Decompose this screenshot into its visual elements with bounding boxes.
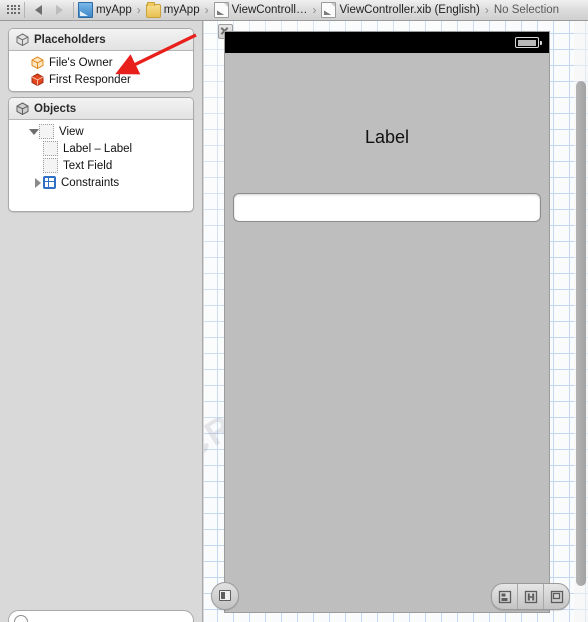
vertical-scrollbar[interactable]	[574, 21, 588, 622]
tree-item-text-field[interactable]: Text Field	[9, 157, 193, 174]
battery-icon	[515, 37, 542, 48]
resolve-icon	[550, 590, 563, 603]
breadcrumb-separator: ›	[136, 3, 141, 17]
document-icon	[321, 2, 337, 18]
canvas-text-field[interactable]	[233, 193, 541, 222]
canvas-label[interactable]: Label	[225, 127, 549, 148]
breadcrumb-label: No Selection	[493, 4, 560, 16]
red-cube-icon	[31, 73, 44, 86]
breadcrumb-item-selection[interactable]: No Selection	[493, 0, 560, 21]
placeholder-label: File's Owner	[49, 56, 113, 69]
breadcrumb-item-xib[interactable]: ViewController.xib (English)	[320, 0, 480, 21]
breadcrumb-label: ViewController.xib (English)	[339, 4, 480, 16]
chevron-down-icon[interactable]	[28, 123, 39, 140]
outline-sidebar: Placeholders File's Owner First Responde…	[0, 21, 203, 622]
placeholders-panel-header[interactable]: Placeholders	[9, 29, 193, 51]
xcode-project-icon	[78, 2, 93, 18]
view-placeholder-icon	[43, 158, 58, 173]
view-placeholder-icon	[39, 124, 54, 139]
objects-tree: View Label – Label Text Field Constraint…	[9, 120, 193, 191]
scrollbar-thumb[interactable]	[576, 81, 586, 586]
breadcrumb-separator: ›	[484, 3, 489, 17]
placeholder-label: First Responder	[49, 73, 131, 86]
chevron-right-icon[interactable]	[32, 174, 43, 191]
breadcrumb-item-viewcontroller[interactable]: ViewControll…	[213, 0, 309, 21]
toolbar-divider	[24, 2, 25, 18]
document-icon	[213, 2, 229, 18]
objects-panel: Objects View Label – Label Text Field Co…	[8, 97, 194, 212]
resolve-issues-button[interactable]	[544, 584, 569, 609]
breadcrumb-item-project[interactable]: myApp	[77, 0, 133, 21]
panel-title: Placeholders	[34, 33, 106, 46]
breadcrumb-separator: ›	[204, 3, 209, 17]
breadcrumb-label: myApp	[163, 4, 200, 16]
breadcrumb-label: ViewControll…	[231, 4, 308, 16]
forward-arrow-icon[interactable]	[56, 5, 63, 15]
ios-device-view[interactable]: Label	[225, 32, 549, 612]
cube-icon	[16, 102, 29, 115]
back-arrow-icon[interactable]	[35, 5, 42, 15]
tree-item-label: Constraints	[61, 176, 120, 189]
tree-item-view[interactable]: View	[9, 123, 193, 140]
toolbar-divider	[73, 2, 74, 18]
objects-panel-header[interactable]: Objects	[9, 98, 193, 120]
align-button[interactable]	[492, 584, 518, 609]
tree-item-label: Label – Label	[63, 142, 133, 155]
constraints-grid-icon	[43, 176, 56, 189]
filter-input[interactable]	[8, 610, 194, 622]
folder-icon	[145, 1, 161, 18]
auto-layout-toolbar	[491, 583, 570, 610]
tree-item-label[interactable]: Label – Label	[9, 140, 193, 157]
breadcrumb-item-folder[interactable]: myApp	[145, 0, 201, 21]
xcode-interface-builder-window: myApp › myApp › ViewControll… › ViewCont…	[0, 0, 588, 622]
pin-icon	[524, 590, 537, 603]
breadcrumb-label: myApp	[96, 4, 132, 16]
tree-item-label: Text Field	[63, 159, 113, 172]
placeholder-item-files-owner[interactable]: File's Owner	[9, 54, 193, 71]
filter-circle-icon	[14, 615, 28, 622]
cube-icon	[16, 33, 29, 46]
align-icon	[498, 590, 511, 603]
status-bar	[225, 32, 549, 53]
tree-item-constraints[interactable]: Constraints	[9, 174, 193, 191]
toolbar-breadcrumb-bar: myApp › myApp › ViewControll… › ViewCont…	[0, 0, 588, 21]
interface-builder-canvas[interactable]: THAICREATE Label	[204, 21, 588, 622]
placeholder-item-first-responder[interactable]: First Responder	[9, 71, 193, 88]
view-placeholder-icon	[43, 141, 58, 156]
placeholders-panel: Placeholders File's Owner First Responde…	[8, 28, 194, 92]
wireframe-cube-icon	[31, 56, 44, 69]
tree-item-label: View	[59, 125, 84, 138]
breadcrumb-separator: ›	[312, 3, 317, 17]
sidebar-toggle-icon	[219, 590, 231, 601]
panel-title: Objects	[34, 102, 77, 115]
placeholders-list: File's Owner First Responder	[9, 51, 193, 88]
grid-dots-icon[interactable]	[7, 4, 21, 16]
pin-button[interactable]	[518, 584, 544, 609]
sidebar-toggle-button[interactable]	[211, 582, 239, 610]
